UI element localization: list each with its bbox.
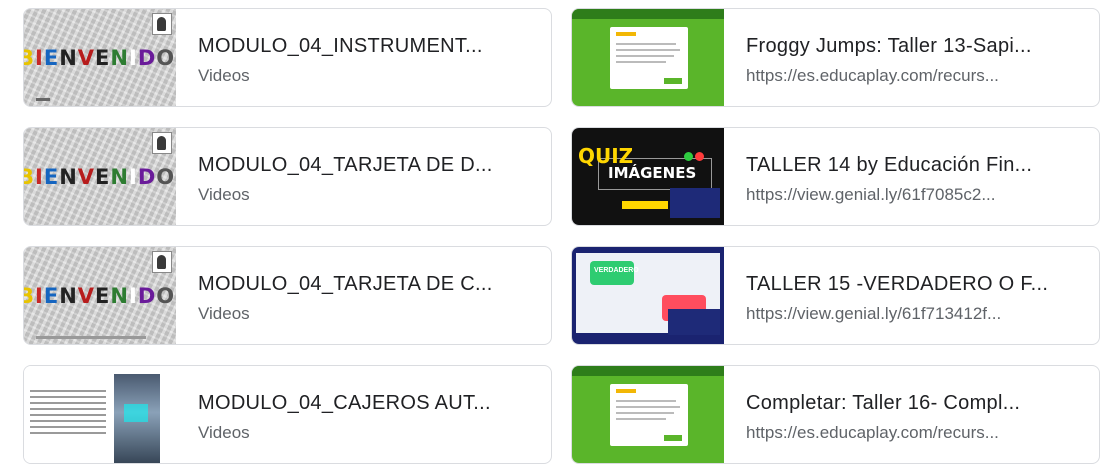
verdadero-thumbnail: VERDADERO: [572, 247, 724, 344]
thumbnail-text: BIENVENIDOS: [24, 284, 176, 308]
attachment-subtitle: Videos: [198, 185, 250, 204]
thumbnail-text: BIENVENIDOS: [24, 165, 176, 189]
attachment-subtitle: Videos: [198, 304, 250, 323]
attachment-title: MODULO_04_CAJEROS AUT...: [198, 392, 491, 414]
educaplay-thumbnail: [572, 9, 724, 106]
thumbnail-text: IMÁGENES: [608, 164, 697, 182]
video-thumbnail: BIENVENIDOS: [24, 128, 176, 225]
attachment-subtitle: Videos: [198, 423, 250, 442]
attachment-title: MODULO_04_TARJETA DE C...: [198, 273, 493, 295]
thumbnail-text: VERDADERO: [594, 267, 639, 274]
video-thumbnail: BIENVENIDOS: [24, 9, 176, 106]
attachment-title: Completar: Taller 16- Compl...: [746, 392, 1021, 414]
thumbnail-text: BIENVENIDOS: [24, 46, 176, 70]
attachment-subtitle: Videos: [198, 66, 250, 85]
attachment-url: https://es.educaplay.com/recurs...: [746, 66, 999, 85]
educaplay-thumbnail: [572, 366, 724, 463]
attachment-card-link[interactable]: VERDADERO TALLER 15 -VERDADERO O F... ht…: [571, 246, 1100, 345]
quiz-thumbnail: QUIZ IMÁGENES: [572, 128, 724, 225]
attachment-title: MODULO_04_INSTRUMENT...: [198, 35, 483, 57]
presenter-icon: [152, 132, 172, 154]
attachments-grid: BIENVENIDOS MODULO_04_INSTRUMENT... Vide…: [0, 0, 1106, 464]
attachment-card-video[interactable]: MODULO_04_CAJEROS AUT... Videos: [23, 365, 552, 464]
attachment-card-video[interactable]: BIENVENIDOS MODULO_04_TARJETA DE D... Vi…: [23, 127, 552, 226]
attachment-title: Froggy Jumps: Taller 13-Sapi...: [746, 35, 1032, 57]
atm-thumbnail: [24, 366, 176, 463]
presenter-icon: [152, 251, 172, 273]
attachment-url: https://view.genial.ly/61f713412f...: [746, 304, 1002, 323]
attachment-url: https://es.educaplay.com/recurs...: [746, 423, 999, 442]
attachment-card-video[interactable]: BIENVENIDOS MODULO_04_INSTRUMENT... Vide…: [23, 8, 552, 107]
attachment-title: TALLER 14 by Educación Fin...: [746, 154, 1033, 176]
attachment-card-link[interactable]: QUIZ IMÁGENES TALLER 14 by Educación Fin…: [571, 127, 1100, 226]
presenter-icon: [152, 13, 172, 35]
attachment-card-link[interactable]: Completar: Taller 16- Compl... https://e…: [571, 365, 1100, 464]
attachment-url: https://view.genial.ly/61f7085c2...: [746, 185, 996, 204]
video-thumbnail: BIENVENIDOS: [24, 247, 176, 344]
attachment-card-video[interactable]: BIENVENIDOS MODULO_04_TARJETA DE C... Vi…: [23, 246, 552, 345]
attachment-title: MODULO_04_TARJETA DE D...: [198, 154, 493, 176]
attachment-card-link[interactable]: Froggy Jumps: Taller 13-Sapi... https://…: [571, 8, 1100, 107]
attachment-title: TALLER 15 -VERDADERO O F...: [746, 273, 1049, 295]
